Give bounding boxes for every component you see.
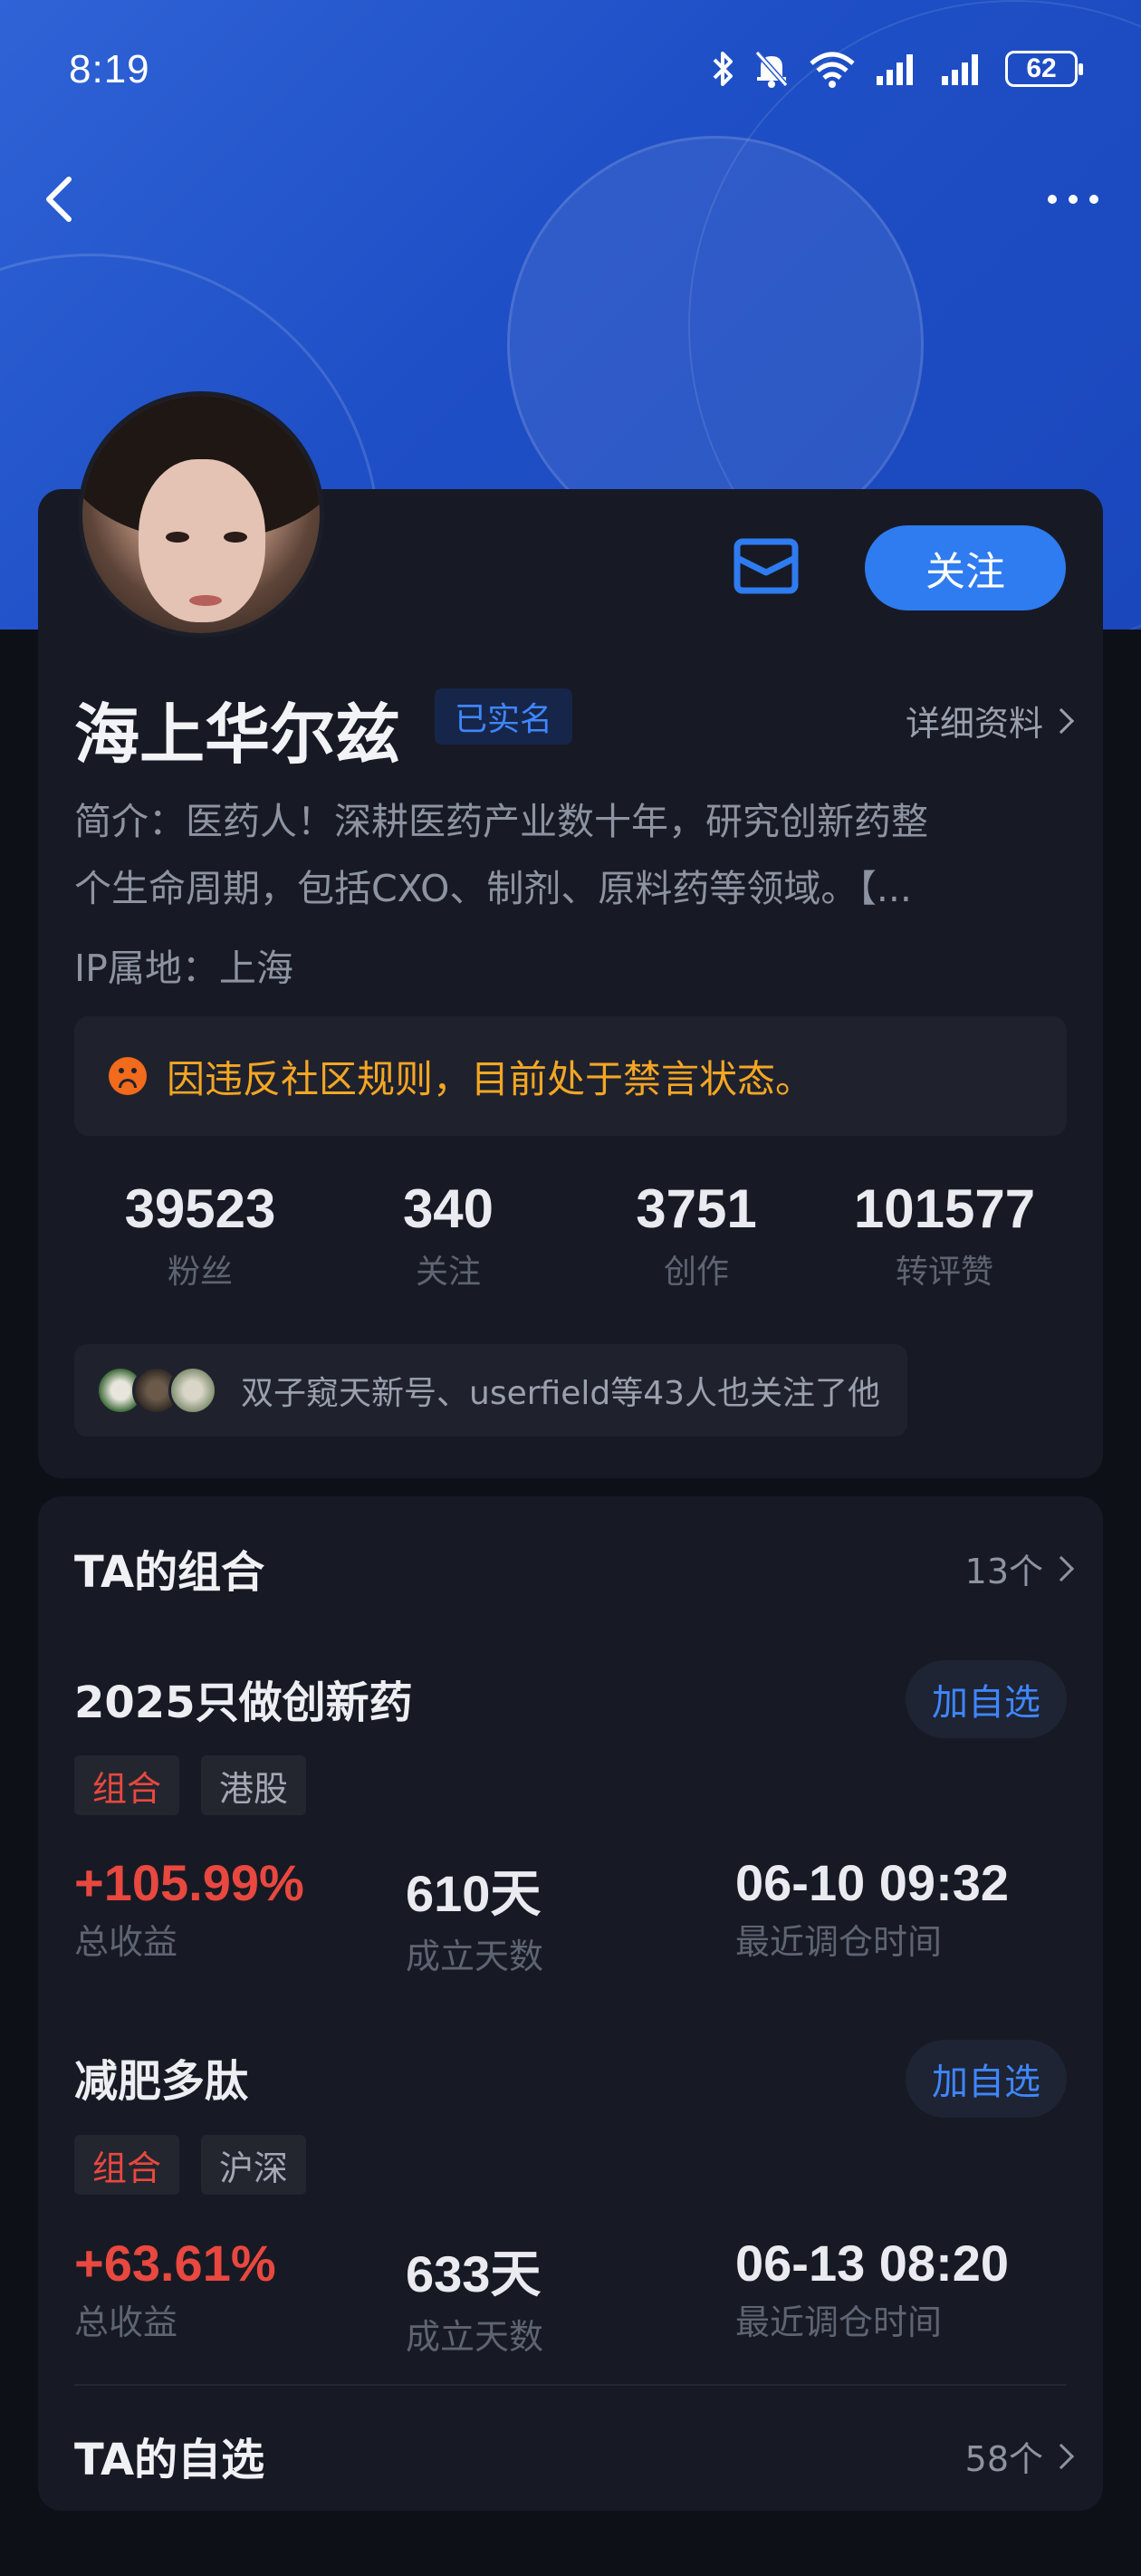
message-icon[interactable]	[732, 534, 801, 598]
stat-following[interactable]: 340 关注	[324, 1177, 572, 1293]
mute-bell-icon	[754, 51, 789, 88]
add-watchlist-button[interactable]: 加自选	[906, 2040, 1067, 2118]
portfolio-title[interactable]: 2025只做创新药	[74, 1667, 413, 1730]
follow-button[interactable]: 关注	[865, 525, 1066, 610]
mutual-followers-text: 双子窥天新号、userfield等43人也关注了他	[241, 1375, 881, 1412]
bluetooth-icon	[713, 52, 733, 86]
mutual-avatars	[96, 1366, 217, 1415]
status-icons: 62	[712, 49, 1083, 89]
total-return-value: +63.61%	[74, 2235, 276, 2292]
verified-badge: 已实名	[435, 688, 573, 745]
bio-line: 个生命周期，包括CXO、制剂、原料药等领域。【...	[74, 867, 912, 910]
avatar	[168, 1366, 217, 1415]
battery-icon: 62	[1005, 51, 1083, 87]
market-tag: 港股	[201, 1755, 307, 1815]
last-rebalance-value: 06-10 09:32	[735, 1854, 1010, 1911]
watchlist-count-link[interactable]: 58个	[964, 2431, 1075, 2481]
portfolios-section-title: TA的组合	[74, 1547, 265, 1598]
stat-value: 39523	[124, 1178, 276, 1239]
portfolios-card	[38, 1496, 1103, 2511]
stat-posts[interactable]: 3751 创作	[572, 1177, 820, 1293]
established-days: 610天 成立天数	[406, 1853, 543, 1978]
stat-value: 3751	[636, 1178, 757, 1239]
wifi-icon	[810, 52, 855, 88]
bio-line: 简介：医药人！深耕医药产业数十年，研究创新药整	[74, 800, 928, 843]
total-return: +63.61% 总收益	[74, 2234, 276, 2344]
total-return-label: 总收益	[74, 2302, 178, 2342]
portfolio-type-tag: 组合	[74, 2135, 180, 2195]
chevron-right-icon	[1048, 1555, 1075, 1581]
watchlist-section-title: TA的自选	[74, 2435, 265, 2485]
portfolios-count-link[interactable]: 13个	[964, 1543, 1075, 1593]
stat-followers[interactable]: 39523 粉丝	[76, 1177, 324, 1293]
last-rebalance-label: 最近调仓时间	[735, 1922, 943, 1962]
stat-label: 关注	[415, 1254, 481, 1291]
total-return-label: 总收益	[74, 1922, 178, 1962]
divider	[74, 2384, 1067, 2386]
user-name: 海上华尔兹	[74, 697, 401, 773]
signal-icon	[942, 54, 978, 85]
established-days: 633天 成立天数	[406, 2234, 543, 2359]
stat-value: 101577	[853, 1178, 1036, 1239]
stat-interactions[interactable]: 101577 转评赞	[820, 1177, 1069, 1293]
bio-text[interactable]: 简介：医药人！深耕医药产业数十年，研究创新药整 个生命周期，包括CXO、制剂、原…	[74, 788, 1070, 922]
ban-notice: 因违反社区规则，目前处于禁言状态。	[74, 1016, 1067, 1136]
ip-location: IP属地：上海	[74, 947, 293, 990]
avatar[interactable]	[78, 391, 324, 638]
signal-icon	[877, 54, 913, 85]
back-arrow-icon[interactable]	[38, 172, 83, 226]
total-return-value: +105.99%	[74, 1854, 304, 1911]
stat-label: 粉丝	[167, 1254, 233, 1291]
total-return: +105.99% 总收益	[74, 1853, 304, 1964]
detail-info-link[interactable]: 详细资料	[905, 696, 1075, 745]
status-time: 8:19	[69, 47, 150, 91]
chevron-right-icon	[1048, 2443, 1075, 2469]
established-days-label: 成立天数	[406, 2317, 544, 2357]
market-tag: 沪深	[201, 2135, 307, 2195]
established-days-value: 633天	[406, 2245, 542, 2302]
detail-info-label: 详细资料	[905, 704, 1043, 744]
chevron-right-icon	[1048, 707, 1075, 734]
mutual-followers[interactable]: 双子窥天新号、userfield等43人也关注了他	[74, 1344, 908, 1437]
ban-notice-text: 因违反社区规则，目前处于禁言状态。	[167, 1056, 814, 1101]
last-rebalance-value: 06-13 08:20	[735, 2235, 1010, 2292]
established-days-label: 成立天数	[406, 1937, 544, 1976]
portfolio-title[interactable]: 减肥多肽	[74, 2045, 248, 2109]
last-rebalance-label: 最近调仓时间	[735, 2302, 943, 2342]
more-options-icon[interactable]	[1041, 186, 1105, 213]
portfolio-type-tag: 组合	[74, 1755, 180, 1815]
stat-value: 340	[402, 1178, 494, 1239]
add-watchlist-button[interactable]: 加自选	[906, 1660, 1067, 1738]
last-rebalance: 06-10 09:32 最近调仓时间	[735, 1853, 1009, 1964]
stats-row: 39523 粉丝 340 关注 3751 创作 101577 转评赞	[38, 1177, 1103, 1293]
sad-face-icon	[109, 1057, 147, 1095]
last-rebalance: 06-13 08:20 最近调仓时间	[735, 2234, 1009, 2344]
watchlist-count: 58个	[964, 2439, 1043, 2479]
stat-label: 转评赞	[895, 1254, 993, 1291]
established-days-value: 610天	[406, 1865, 542, 1922]
portfolios-count: 13个	[964, 1552, 1043, 1591]
stat-label: 创作	[663, 1254, 729, 1291]
